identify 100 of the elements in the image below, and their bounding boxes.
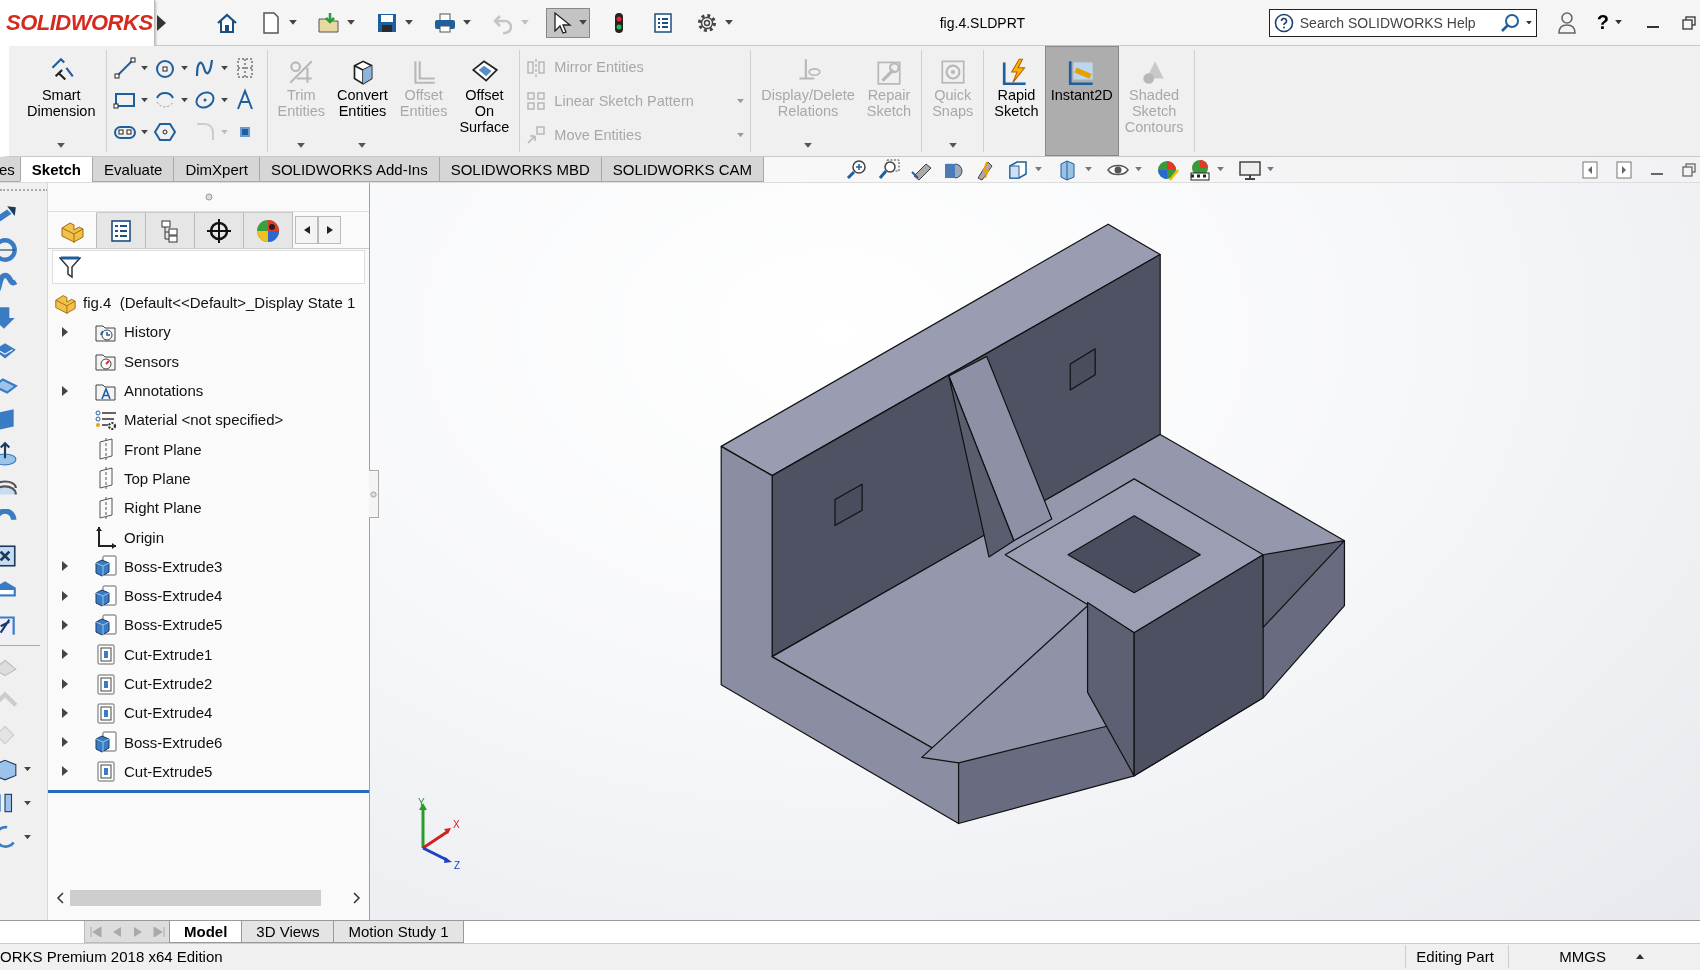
edition-text: ORKS Premium 2018 x64 Edition <box>0 948 224 965</box>
tree-item[interactable]: Top Plane <box>48 463 369 494</box>
caret-icon[interactable] <box>725 20 733 25</box>
origin-axes-icon <box>94 525 118 549</box>
tree-item[interactable]: Annotations <box>48 375 369 406</box>
scroll-right-button[interactable] <box>318 216 341 244</box>
tree-item[interactable]: Boss-Extrude5 <box>48 610 369 640</box>
expand-arrow-icon[interactable] <box>62 649 68 660</box>
tree-item[interactable]: Origin <box>48 522 369 552</box>
cut-feature-icon <box>94 671 118 696</box>
cut-feature-icon <box>94 759 118 784</box>
caret-icon[interactable] <box>220 97 228 103</box>
caret-icon[interactable] <box>140 65 148 71</box>
pattern-icon <box>526 91 547 111</box>
expand-arrow-icon[interactable] <box>62 707 68 718</box>
units-button[interactable]: MMGS <box>1559 948 1606 965</box>
caret-icon[interactable] <box>180 97 188 103</box>
caret-icon[interactable] <box>347 20 355 25</box>
scroll-left-button[interactable] <box>295 216 318 244</box>
tree-item[interactable]: History <box>48 317 369 347</box>
command-tab[interactable]: es <box>0 157 21 182</box>
list-icon <box>651 10 675 35</box>
ribbon-button[interactable]: Rapid Sketch <box>988 46 1045 156</box>
panel-tab[interactable] <box>97 212 146 248</box>
caret-icon[interactable] <box>140 129 148 135</box>
caret-icon[interactable] <box>180 65 188 71</box>
command-tab[interactable]: SOLIDWORKS MBD <box>438 157 602 182</box>
expand-arrow-icon[interactable] <box>62 766 68 777</box>
caret-icon[interactable] <box>24 766 31 772</box>
command-tab[interactable]: Sketch <box>19 157 94 182</box>
mirror-icon <box>526 57 547 77</box>
grip-dot-icon[interactable] <box>204 193 213 201</box>
caret-icon[interactable] <box>405 20 413 25</box>
help-button[interactable]: ? <box>1596 11 1609 34</box>
bottom-tab[interactable]: Motion Study 1 <box>333 921 464 943</box>
caret-icon[interactable] <box>24 834 31 840</box>
command-tab[interactable]: Evaluate <box>92 157 175 182</box>
caret-up-icon[interactable] <box>1636 954 1644 959</box>
filter-icon <box>59 255 81 279</box>
command-tab[interactable]: DimXpert <box>173 157 260 182</box>
boss-feature-icon <box>94 554 118 579</box>
tree-item[interactable]: Cut-Extrude2 <box>48 668 369 699</box>
tile-right-icon[interactable] <box>1616 160 1632 179</box>
bottom-tab[interactable]: Model <box>169 921 243 943</box>
folder-icon <box>317 10 341 35</box>
tile-left-icon[interactable] <box>1582 160 1598 179</box>
ribbon-button[interactable]: Instant2D <box>1044 46 1119 156</box>
pointer-button[interactable] <box>546 7 590 38</box>
scrollbar-thumb[interactable] <box>70 890 321 906</box>
ellipse-icon[interactable] <box>192 88 217 112</box>
ribbon-button[interactable]: Convert Entities <box>331 46 394 156</box>
hexagon-icon[interactable] <box>152 120 177 144</box>
expand-arrow-icon[interactable] <box>62 678 68 689</box>
tree-item[interactable]: Boss-Extrude3 <box>48 551 369 581</box>
tree-root-item[interactable]: fig.4 (Default<<Default>_Display State 1 <box>48 288 369 318</box>
tree-item[interactable]: Material <not specified> <box>48 405 369 435</box>
ribbon-button[interactable]: Offset On Surface <box>453 46 516 156</box>
filter-field[interactable] <box>52 250 365 284</box>
expand-arrow-icon[interactable] <box>62 590 68 601</box>
caret-icon[interactable] <box>140 97 148 103</box>
caret-icon[interactable] <box>1615 20 1622 25</box>
boss-feature-icon <box>94 583 118 608</box>
caret-icon[interactable] <box>220 65 228 71</box>
tree-item[interactable]: Boss-Extrude4 <box>48 580 369 611</box>
tree-item[interactable]: Cut-Extrude4 <box>48 698 369 728</box>
expand-arrow-icon[interactable] <box>155 13 167 32</box>
help-icon <box>1273 12 1294 33</box>
user-icon[interactable] <box>1556 10 1577 35</box>
expand-arrow-icon[interactable] <box>62 619 68 630</box>
expand-arrow-icon[interactable] <box>62 561 68 572</box>
restore-icon[interactable] <box>1682 162 1696 177</box>
help-search-field[interactable]: Search SOLIDWORKS Help <box>1268 8 1537 37</box>
tree-item[interactable]: Right Plane <box>48 493 369 523</box>
tree-item[interactable]: Cut-Extrude5 <box>48 756 369 787</box>
expand-arrow-icon[interactable] <box>62 737 68 748</box>
caret-icon[interactable] <box>57 143 66 148</box>
caret-icon[interactable] <box>289 20 297 25</box>
caret-icon[interactable] <box>24 800 31 806</box>
line-icon[interactable] <box>112 56 137 80</box>
scene-icon[interactable] <box>1188 157 1213 182</box>
command-tab[interactable]: SOLIDWORKS CAM <box>600 157 765 182</box>
zoom-area-icon[interactable] <box>878 157 903 182</box>
axis-label: Y <box>418 798 425 808</box>
caret-icon[interactable] <box>579 20 587 25</box>
tree-item[interactable]: Front Plane <box>48 434 369 464</box>
caret-icon[interactable] <box>463 20 471 25</box>
expand-arrow-icon[interactable] <box>62 326 68 337</box>
tree-item[interactable]: Cut-Extrude1 <box>48 639 369 669</box>
ribbon-button[interactable]: Smart Dimension <box>21 46 102 156</box>
cut-feature-icon <box>94 700 118 725</box>
panel-tab[interactable] <box>195 212 244 248</box>
caret-icon[interactable] <box>358 143 367 148</box>
tree-item[interactable]: Sensors <box>48 346 369 376</box>
tree-item[interactable]: Boss-Extrude6 <box>48 727 369 757</box>
expand-arrow-icon[interactable] <box>62 385 68 396</box>
command-tab[interactable]: SOLIDWORKS Add-Ins <box>258 157 440 182</box>
caret-icon[interactable] <box>1525 20 1532 25</box>
restore-icon[interactable] <box>1682 15 1696 30</box>
bottom-tab[interactable]: 3D Views <box>241 921 335 943</box>
splitter-handle[interactable] <box>369 470 379 518</box>
